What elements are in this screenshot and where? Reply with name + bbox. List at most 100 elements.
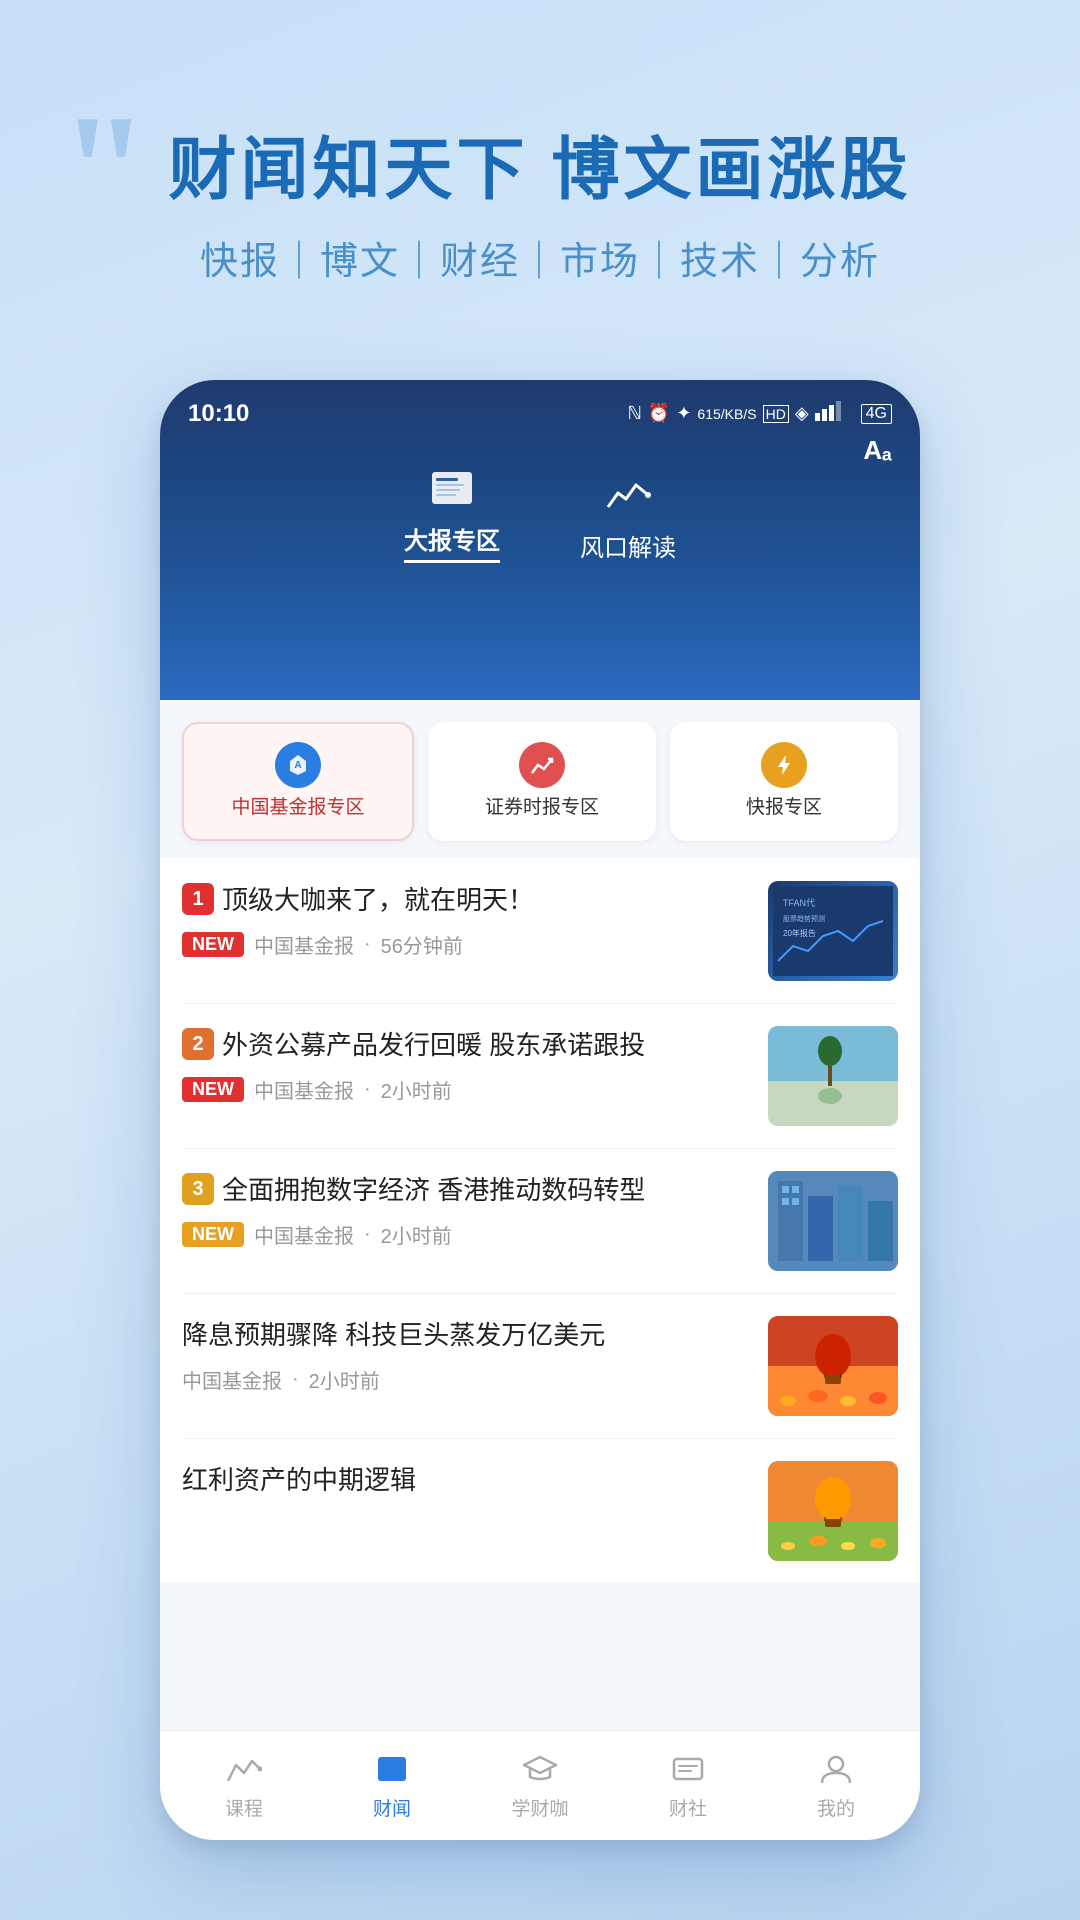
rank-badge-1: 1 (182, 883, 214, 915)
zhengquan-icon (519, 742, 565, 788)
kuaibao-icon (761, 742, 807, 788)
new-badge-3: NEW (182, 1222, 244, 1247)
news-img-2 (768, 1026, 898, 1126)
header-nav: 大报专区 风口解读 (160, 435, 920, 583)
balloon-red-img (768, 1316, 898, 1416)
time-1: 56分钟前 (381, 930, 463, 959)
source-1: 中国基金报 (254, 930, 354, 959)
dot-2: · (364, 1078, 371, 1101)
source-3: 中国基金报 (254, 1220, 354, 1249)
news-img-1: TFAN代 股票趋势预测 20年报告 (768, 881, 898, 981)
fengkou-label: 风口解读 (580, 528, 676, 563)
phone-mockup: 10:10 ℕ ⏰ ✦ 615/KB/S HD ◈ 4G (160, 380, 920, 1840)
category-tabs: A 中国基金报专区 证券时报专区 (160, 700, 920, 859)
building-img (768, 1171, 898, 1271)
caijing-label: 财闻 (373, 1794, 411, 1821)
rank-badge-3: 3 (182, 1173, 214, 1205)
tab-fengkou[interactable]: 风口解读 (580, 472, 676, 563)
kuaibao-label: 快报专区 (746, 796, 822, 821)
news-meta-2: NEW 中国基金报 · 2小时前 (182, 1075, 750, 1104)
kecheng-label: 课程 (225, 1794, 263, 1821)
caijing-icon (371, 1750, 413, 1788)
nav-item-wode[interactable]: 我的 (762, 1750, 910, 1821)
wode-label: 我的 (817, 1794, 855, 1821)
time-3: 2小时前 (381, 1220, 452, 1249)
news-text-4: 降息预期骤降 科技巨头蒸发万亿美元 中国基金报 · 2小时前 (182, 1316, 750, 1394)
new-badge-1: NEW (182, 932, 244, 957)
news-item-1[interactable]: 1 顶级大咖来了，就在明天！ NEW 中国基金报 · 56分钟前 TFA (182, 859, 898, 1004)
svg-text:A: A (294, 760, 301, 771)
phone-content: A 中国基金报专区 证券时报专区 (160, 700, 920, 1730)
news-text-3: 3 全面拥抱数字经济 香港推动数码转型 NEW 中国基金报 · 2小时前 (182, 1171, 750, 1249)
status-icons-group: ℕ ⏰ ✦ 615/KB/S HD ◈ 4G (627, 401, 892, 426)
notification-icon: ℕ (627, 403, 641, 424)
header-title: 财闻知天下 博文画涨股 (0, 130, 1080, 212)
speed-icon: 615/KB/S (697, 406, 756, 422)
caishe-icon (667, 1750, 709, 1788)
rank-badge-2: 2 (182, 1028, 214, 1060)
news-meta-4: 中国基金报 · 2小时前 (182, 1365, 750, 1394)
svg-text:20年报告: 20年报告 (783, 928, 816, 938)
news-meta-1: NEW 中国基金报 · 56分钟前 (182, 930, 750, 959)
wifi-icon: ◈ (795, 403, 809, 424)
news-list: 1 顶级大咖来了，就在明天！ NEW 中国基金报 · 56分钟前 TFA (160, 859, 920, 1583)
jijin-icon: A (275, 742, 321, 788)
kecheng-icon (223, 1750, 265, 1788)
phone-header: 10:10 ℕ ⏰ ✦ 615/KB/S HD ◈ 4G (160, 380, 920, 700)
nav-item-caishe[interactable]: 财社 (614, 1750, 762, 1821)
nav-item-kecheng[interactable]: 课程 (170, 1750, 318, 1821)
news-meta-3: NEW 中国基金报 · 2小时前 (182, 1220, 750, 1249)
dabao-label: 大报专区 (404, 521, 500, 563)
source-2: 中国基金报 (254, 1075, 354, 1104)
time-2: 2小时前 (381, 1075, 452, 1104)
news-item-5[interactable]: 红利资产的中期逻辑 (182, 1439, 898, 1583)
dot-4: · (292, 1368, 299, 1391)
dot-1: · (364, 933, 371, 956)
news-title-2: 2 外资公募产品发行回暖 股东承诺跟投 (182, 1026, 750, 1065)
cat-tab-zhengquan[interactable]: 证券时报专区 (428, 722, 656, 841)
header-area: 财闻知天下 博文画涨股 快报｜博文｜财经｜市场｜技术｜分析 (0, 130, 1080, 285)
cat-tab-kuaibao[interactable]: 快报专区 (670, 722, 898, 841)
cat-tab-jijin[interactable]: A 中国基金报专区 (182, 722, 414, 841)
fengkou-icon (600, 472, 656, 518)
news-title-5: 红利资产的中期逻辑 (182, 1461, 750, 1500)
time-4: 2小时前 (309, 1365, 380, 1394)
tab-dabao[interactable]: 大报专区 (404, 465, 500, 563)
wode-icon (815, 1750, 857, 1788)
jijin-label: 中国基金报专区 (231, 796, 364, 821)
news-text-2: 2 外资公募产品发行回暖 股东承诺跟投 NEW 中国基金报 · 2小时前 (182, 1026, 750, 1104)
nav-item-xuecai[interactable]: 学财咖 (466, 1750, 614, 1821)
header-subtitle: 快报｜博文｜财经｜市场｜技术｜分析 (0, 230, 1080, 285)
zhengquan-label: 证券时报专区 (485, 796, 599, 821)
source-4: 中国基金报 (182, 1365, 282, 1394)
alarm-icon: ⏰ (648, 403, 670, 424)
bluetooth-icon: ✦ (676, 403, 691, 424)
news-img-3 (768, 1171, 898, 1271)
chart-img: TFAN代 股票趋势预测 20年报告 (768, 881, 898, 981)
news-title-3: 3 全面拥抱数字经济 香港推动数码转型 (182, 1171, 750, 1210)
balloon-orange-img (768, 1461, 898, 1561)
svg-text:TFAN代: TFAN代 (783, 898, 815, 908)
status-bar: 10:10 ℕ ⏰ ✦ 615/KB/S HD ◈ 4G (160, 380, 920, 435)
xuecai-label: 学财咖 (511, 1794, 568, 1821)
network-badge: 4G (861, 404, 892, 424)
dot-3: · (364, 1223, 371, 1246)
xuecai-icon (519, 1750, 561, 1788)
news-item-4[interactable]: 降息预期骤降 科技巨头蒸发万亿美元 中国基金报 · 2小时前 (182, 1294, 898, 1439)
news-img-5 (768, 1461, 898, 1561)
news-item-3[interactable]: 3 全面拥抱数字经济 香港推动数码转型 NEW 中国基金报 · 2小时前 (182, 1149, 898, 1294)
news-item-2[interactable]: 2 外资公募产品发行回暖 股东承诺跟投 NEW 中国基金报 · 2小时前 (182, 1004, 898, 1149)
signal-icon (815, 401, 855, 426)
news-title-4: 降息预期骤降 科技巨头蒸发万亿美元 (182, 1316, 750, 1355)
bottom-nav: 课程 财闻 学财咖 (160, 1730, 920, 1840)
hd-icon: HD (763, 405, 789, 423)
dabao-icon (424, 465, 480, 511)
new-badge-2: NEW (182, 1077, 244, 1102)
news-title-1: 1 顶级大咖来了，就在明天！ (182, 881, 750, 920)
nav-item-caijing[interactable]: 财闻 (318, 1750, 466, 1821)
news-text-1: 1 顶级大咖来了，就在明天！ NEW 中国基金报 · 56分钟前 (182, 881, 750, 959)
news-img-4 (768, 1316, 898, 1416)
caishe-label: 财社 (669, 1794, 707, 1821)
status-time: 10:10 (188, 400, 249, 428)
news-text-5: 红利资产的中期逻辑 (182, 1461, 750, 1510)
